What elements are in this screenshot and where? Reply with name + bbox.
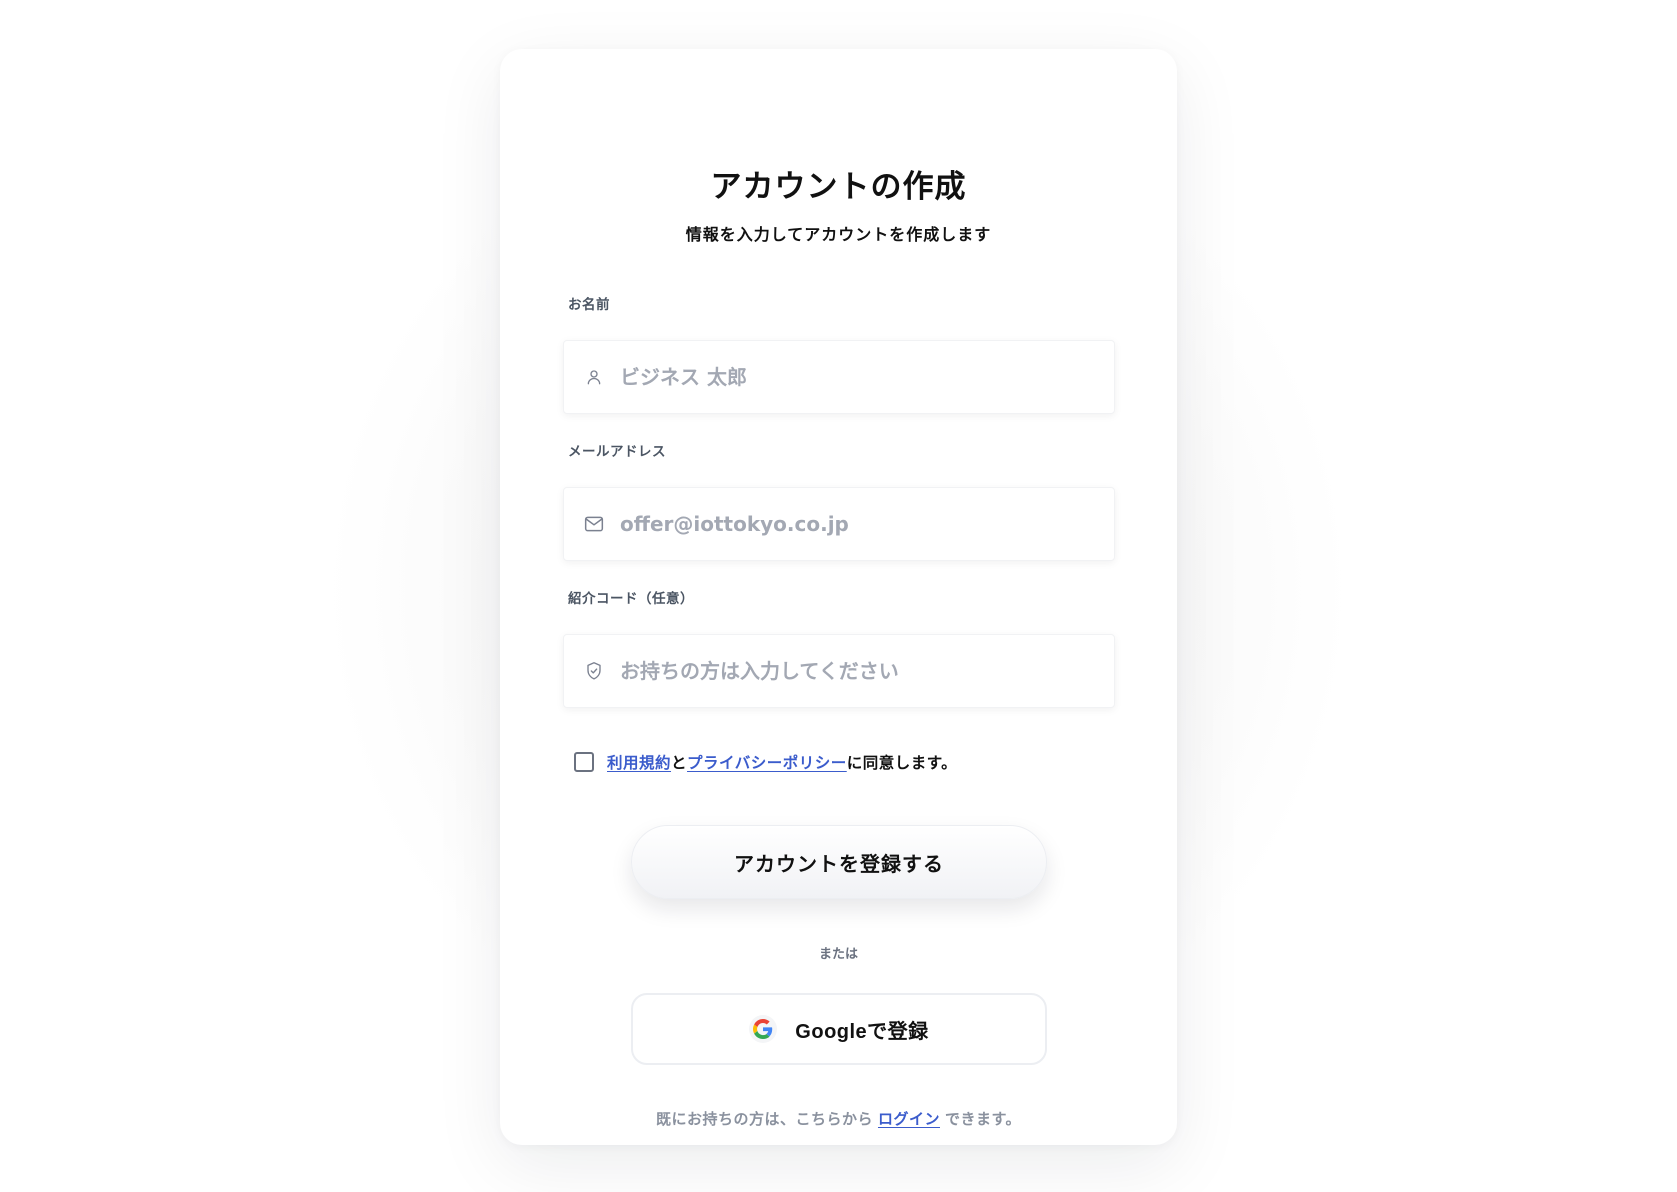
user-icon (583, 366, 605, 388)
login-prompt-suffix: できます。 (945, 1110, 1022, 1128)
google-g-icon (749, 1015, 778, 1043)
privacy-policy-link[interactable]: プライバシーポリシー (687, 754, 847, 772)
name-input[interactable] (620, 365, 1090, 389)
mail-icon (583, 513, 605, 535)
referral-field-label: 紹介コード（任意） (568, 591, 694, 607)
google-signup-label: Googleで登録 (795, 1020, 929, 1043)
agreement-text: 利用規約とプライバシーポリシーに同意します。 (607, 751, 957, 773)
referral-field[interactable] (563, 634, 1115, 708)
or-divider: または (818, 947, 858, 962)
agreement-checkbox[interactable] (574, 752, 594, 772)
email-field[interactable] (563, 487, 1115, 561)
agreement-row: 利用規約とプライバシーポリシーに同意します。 (574, 750, 957, 774)
email-field-label: メールアドレス (568, 444, 666, 460)
signup-card: アカウントの作成 情報を入力してアカウントを作成します お名前 メールアドレス … (500, 49, 1177, 1145)
agreement-connector: と (671, 754, 688, 772)
name-field-label: お名前 (568, 297, 610, 313)
terms-link[interactable]: 利用規約 (607, 754, 671, 772)
google-signup-button[interactable]: Googleで登録 (631, 993, 1047, 1065)
shield-check-icon (583, 660, 605, 682)
name-field[interactable] (563, 340, 1115, 414)
register-account-button[interactable]: アカウントを登録する (631, 825, 1047, 899)
login-link[interactable]: ログイン (878, 1110, 940, 1128)
agreement-suffix: に同意します。 (846, 754, 958, 772)
page-subtitle: 情報を入力してアカウントを作成します (685, 225, 992, 244)
email-input[interactable] (620, 512, 1090, 536)
login-prompt-prefix: 既にお持ちの方は、こちらから (655, 1110, 873, 1128)
referral-input[interactable] (620, 659, 1090, 683)
page-title: アカウントの作成 (710, 169, 967, 205)
login-prompt: 既にお持ちの方は、こちらから ログイン できます。 (500, 1108, 1177, 1129)
